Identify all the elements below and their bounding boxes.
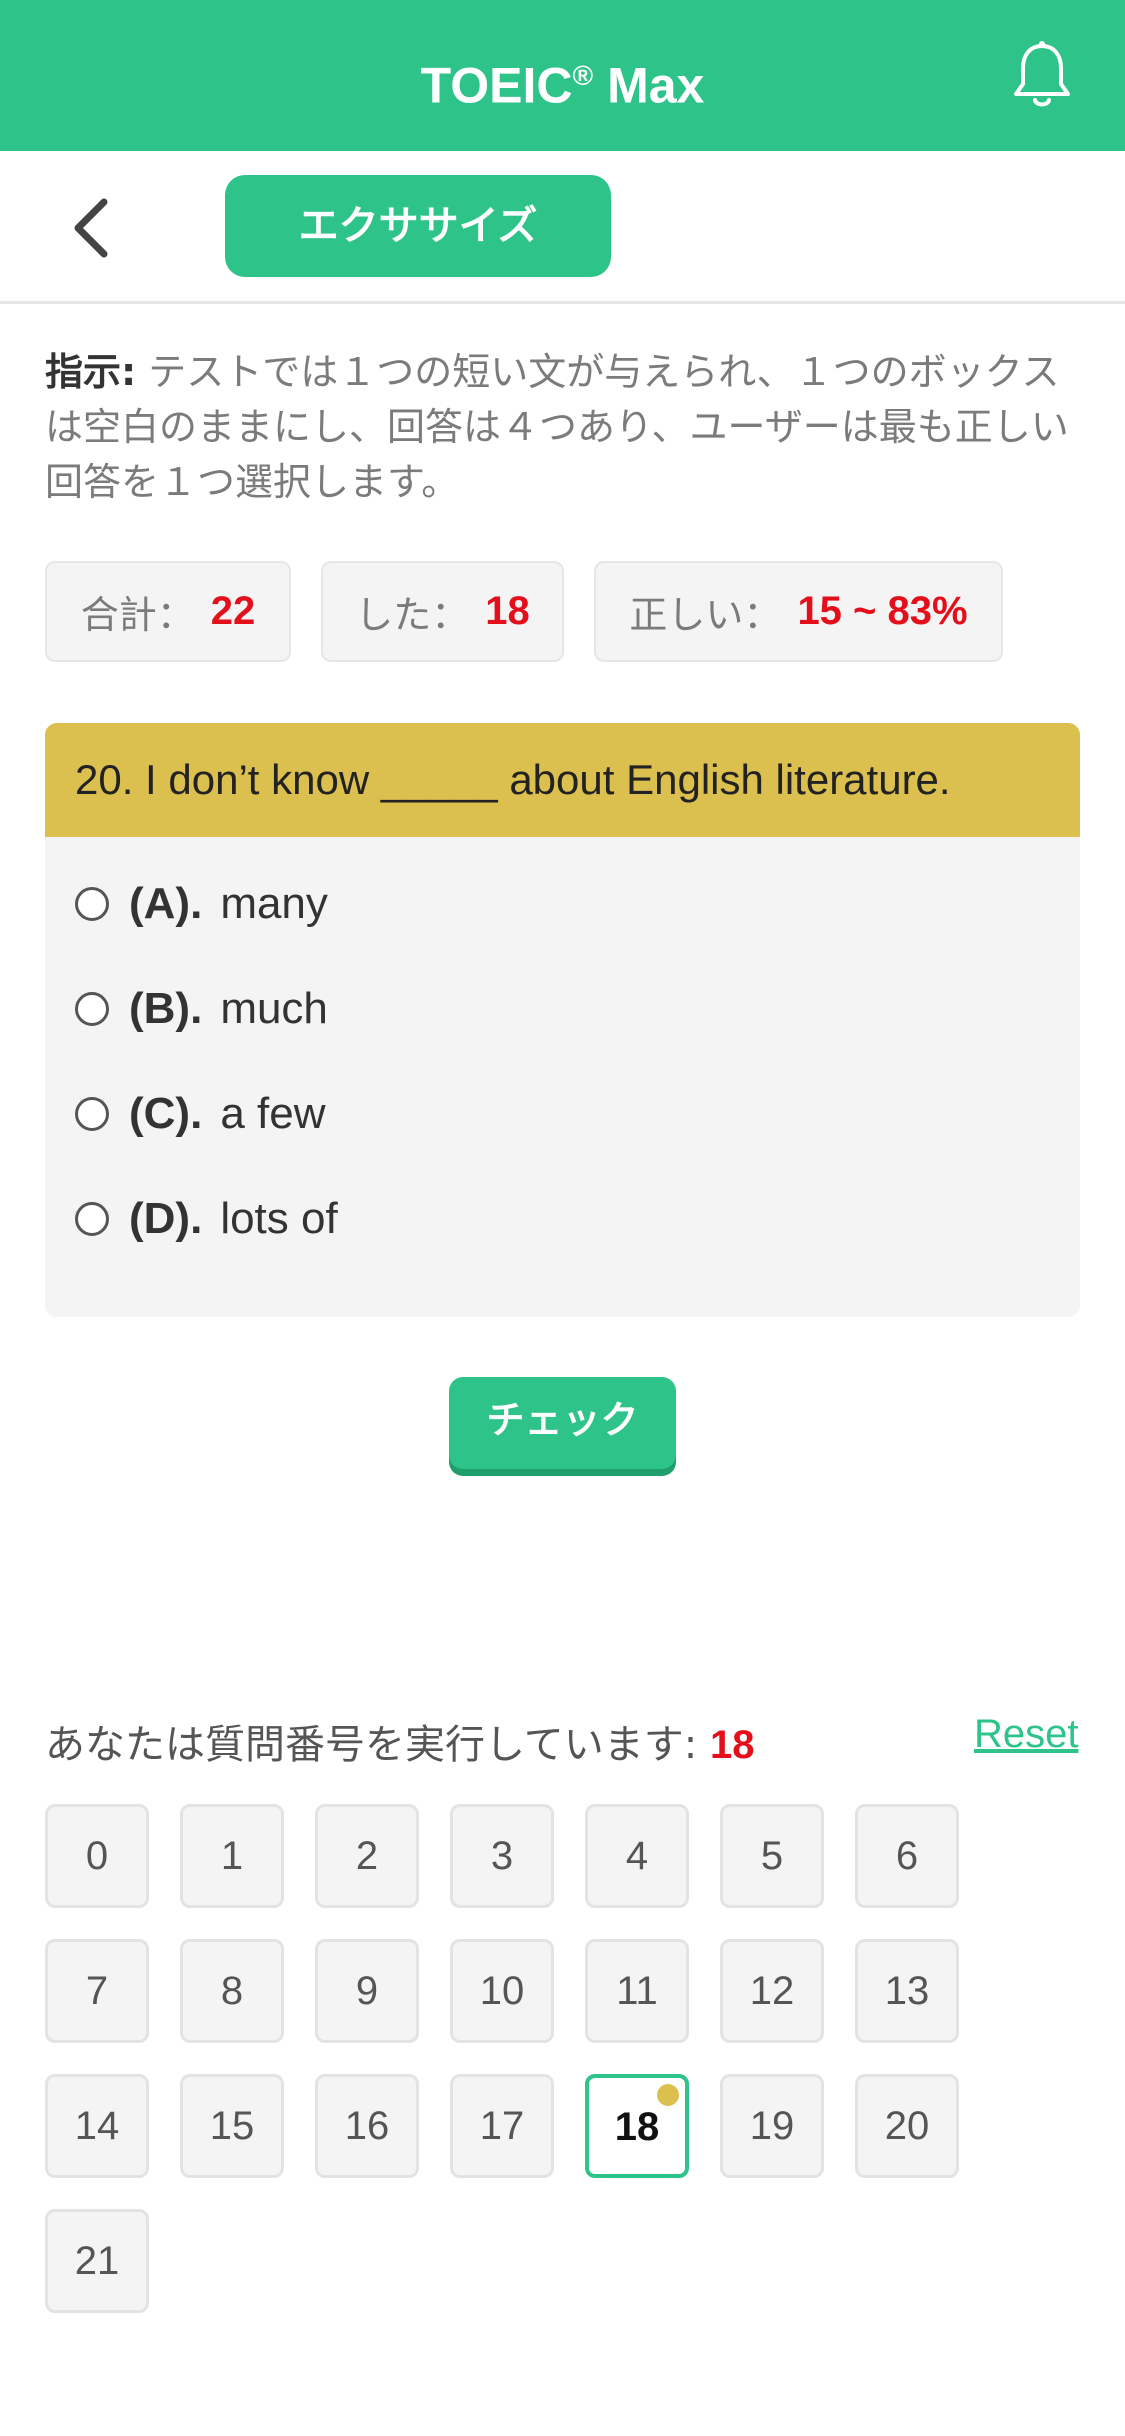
question-text: 20. I don’t know _____ about English lit… <box>45 723 1080 837</box>
option-d[interactable]: (D). lots of <box>75 1179 338 1259</box>
instructions: 指示: テストでは１つの短い文が与えられ、１つのボックスは空白のままにし、回答は… <box>45 345 1075 510</box>
question-number-label: 11 <box>616 1969 658 2013</box>
radio-button[interactable] <box>75 1097 109 1131</box>
stat-total: 合計： 22 <box>45 561 291 662</box>
question-number-label: 4 <box>625 1834 649 1878</box>
option-letter: (B). <box>129 984 203 1033</box>
question-number-label: 0 <box>85 1834 109 1878</box>
reset-link[interactable]: Reset <box>974 1712 1079 1757</box>
option-a[interactable]: (A). many <box>75 864 328 944</box>
question-number-button[interactable]: 19 <box>720 2074 824 2178</box>
app-title-suffix: Max <box>607 57 705 114</box>
question-number-label: 13 <box>884 1969 930 2013</box>
question-number-button[interactable]: 14 <box>45 2074 149 2178</box>
progress-label: あなたは質問番号を実行しています: 18 <box>45 1712 755 1770</box>
stat-done-value: 18 <box>485 589 530 633</box>
question-number-label: 17 <box>479 2104 525 2148</box>
question-number-button[interactable]: 3 <box>450 1804 554 1908</box>
question-number-button[interactable]: 15 <box>180 2074 284 2178</box>
option-b[interactable]: (B). much <box>75 969 328 1049</box>
sub-navigation: エクササイズ <box>0 151 1125 304</box>
registered-mark: ® <box>572 60 594 91</box>
option-text: a few <box>220 1089 326 1138</box>
stat-correct-value: 15 ~ 83% <box>797 589 968 633</box>
radio-button[interactable] <box>75 1202 109 1236</box>
stat-total-value: 22 <box>210 589 256 633</box>
exercise-tab-button[interactable]: エクササイズ <box>225 175 611 277</box>
question-card: 20. I don’t know _____ about English lit… <box>45 723 1080 1317</box>
question-number-button[interactable]: 1 <box>180 1804 284 1908</box>
option-letter: (D). <box>129 1194 203 1243</box>
stat-done: した： 18 <box>321 561 564 662</box>
question-number-label: 9 <box>355 1969 379 2013</box>
stat-total-label: 合計： <box>80 593 195 637</box>
question-number-label: 21 <box>74 2239 120 2283</box>
progress-label-text: あなたは質問番号を実行しています: <box>45 1722 698 1768</box>
instructions-label: 指示: <box>45 350 137 394</box>
stat-correct: 正しい： 15 ~ 83% <box>594 561 1003 662</box>
question-number-label: 6 <box>895 1834 919 1878</box>
app-title-text: TOEIC <box>420 57 573 114</box>
check-button[interactable]: チェック <box>449 1377 676 1469</box>
current-marker-dot <box>657 2084 679 2106</box>
question-number-button[interactable]: 16 <box>315 2074 419 2178</box>
question-number-label: 5 <box>760 1834 784 1878</box>
instructions-text: テストでは１つの短い文が与えられ、１つのボックスは空白のままにし、回答は４つあり… <box>45 350 1069 504</box>
question-number-button[interactable]: 4 <box>585 1804 689 1908</box>
question-number-label: 20 <box>884 2104 930 2148</box>
question-number-label: 18 <box>614 2105 660 2149</box>
question-number-label: 8 <box>220 1969 244 2013</box>
app-title: TOEIC® Max <box>0 0 1125 151</box>
question-number-button[interactable]: 6 <box>855 1804 959 1908</box>
question-number-label: 15 <box>209 2104 255 2148</box>
question-number-label: 19 <box>749 2104 795 2148</box>
current-question-number: 18 <box>710 1723 755 1767</box>
question-number-label: 7 <box>85 1969 109 2013</box>
question-number-button[interactable]: 20 <box>855 2074 959 2178</box>
question-number-button[interactable]: 21 <box>45 2209 149 2313</box>
question-number-label: 2 <box>355 1834 379 1878</box>
question-number-button[interactable]: 0 <box>45 1804 149 1908</box>
stat-done-label: した： <box>355 593 470 637</box>
option-letter: (C). <box>129 1089 203 1138</box>
question-number-button[interactable]: 11 <box>585 1939 689 2043</box>
question-number-label: 16 <box>344 2104 390 2148</box>
option-text: many <box>220 879 328 928</box>
bell-icon[interactable] <box>1010 40 1074 112</box>
question-number-button[interactable]: 17 <box>450 2074 554 2178</box>
question-number-button[interactable]: 7 <box>45 1939 149 2043</box>
radio-button[interactable] <box>75 887 109 921</box>
question-number-button[interactable]: 2 <box>315 1804 419 1908</box>
radio-button[interactable] <box>75 992 109 1026</box>
question-number-button[interactable]: 5 <box>720 1804 824 1908</box>
question-number-label: 10 <box>479 1969 525 2013</box>
option-text: lots of <box>220 1194 338 1243</box>
question-number-label: 3 <box>490 1834 514 1878</box>
option-c[interactable]: (C). a few <box>75 1074 325 1154</box>
question-number-button[interactable]: 10 <box>450 1939 554 2043</box>
question-number-button[interactable]: 18 <box>585 2074 689 2178</box>
question-number-button[interactable]: 12 <box>720 1939 824 2043</box>
question-number-label: 1 <box>220 1834 244 1878</box>
stat-correct-label: 正しい： <box>629 593 782 637</box>
app-header: TOEIC® Max <box>0 0 1125 151</box>
question-number-button[interactable]: 8 <box>180 1939 284 2043</box>
option-text: much <box>220 984 328 1033</box>
question-number-button[interactable]: 13 <box>855 1939 959 2043</box>
question-number-label: 12 <box>749 1969 795 2013</box>
option-letter: (A). <box>129 879 203 928</box>
chevron-left-icon[interactable] <box>66 198 116 258</box>
question-number-label: 14 <box>74 2104 120 2148</box>
question-number-button[interactable]: 9 <box>315 1939 419 2043</box>
